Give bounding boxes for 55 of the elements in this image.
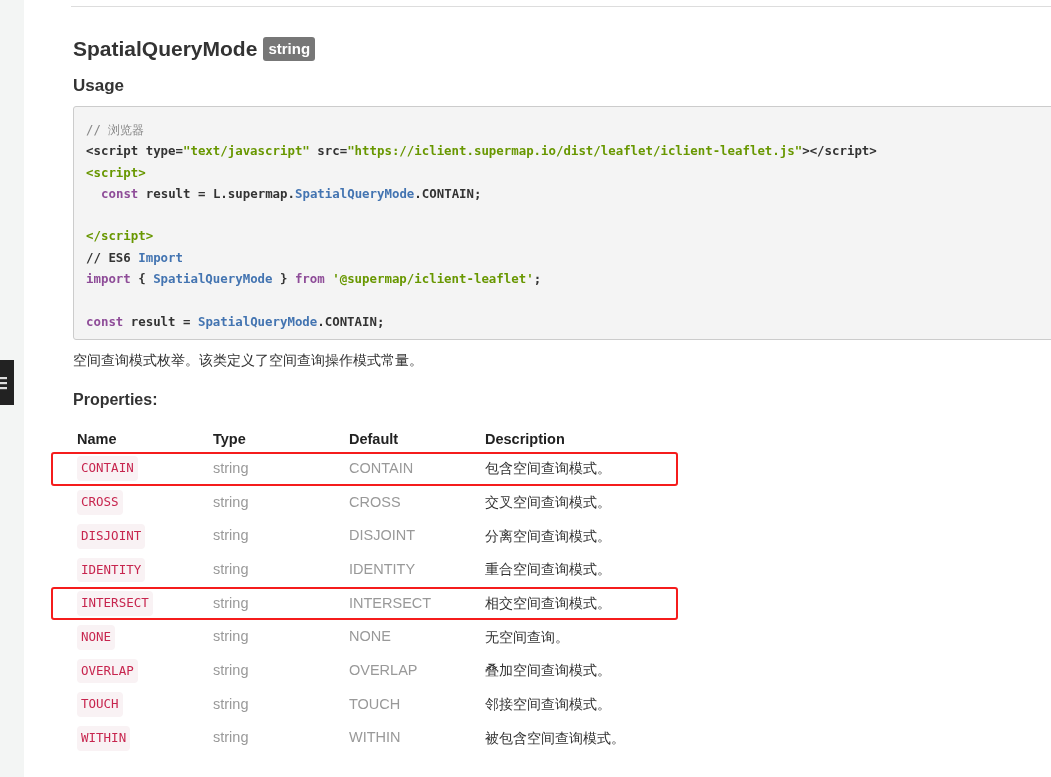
table-cell-text: CROSS	[349, 492, 402, 512]
table-cell-text: 重合空间查询模式。	[485, 560, 612, 580]
table-cell-text: NONE	[349, 627, 392, 647]
description-text: 空间查询模式枚举。该类定义了空间查询操作模式常量。	[73, 350, 424, 370]
table-cell-text: OVERLAP	[349, 661, 419, 681]
table-cell-text: 相交空间查询模式。	[485, 594, 612, 614]
column-header: Name	[77, 430, 118, 450]
table-cell-text: CONTAIN	[349, 458, 415, 478]
code-line: // ES6 Import	[86, 248, 184, 267]
property-name: OVERLAP	[77, 658, 138, 684]
type-badge: string	[263, 36, 316, 61]
table-cell-text: TOUCH	[349, 694, 402, 714]
table-cell-text: WITHIN	[349, 728, 402, 748]
property-name: CROSS	[77, 490, 123, 515]
table-cell-text: 被包含空间查询模式。	[485, 728, 626, 748]
table-cell-text: string	[213, 593, 250, 613]
property-name: CONTAIN	[77, 456, 138, 482]
code-line: // 浏览器	[86, 121, 146, 139]
table-cell-text: string	[213, 560, 250, 579]
table-cell-text: 分离空间查询模式。	[485, 526, 612, 546]
property-name: NONE	[77, 624, 116, 650]
property-name: IDENTITY	[77, 557, 146, 583]
code-line: <script type="text/javascript" src="https://iclient.supermap.io/dist/leaflet/iclient-leaflet.js"></script>	[86, 142, 878, 161]
table-cell-text: IDENTITY	[349, 560, 417, 579]
property-name: TOUCH	[77, 692, 123, 717]
table-cell-text: string	[213, 458, 250, 478]
table-cell-text: string	[213, 526, 250, 546]
code-line: </script>	[86, 227, 155, 246]
table-cell-text: string	[213, 728, 250, 748]
table-cell-text: INTERSECT	[349, 593, 433, 613]
code-line: const result = SpatialQueryMode.CONTAIN;	[86, 312, 386, 331]
table-cell-text: DISJOINT	[349, 526, 417, 546]
menu-tab[interactable]	[0, 360, 14, 405]
table-cell-text: 交叉空间查询模式。	[485, 493, 612, 512]
code-line: import { SpatialQueryMode } from '@supermap/iclient-leaflet';	[86, 270, 543, 289]
page-title: SpatialQueryMode	[73, 36, 258, 62]
code-line: const result = L.supermap.SpatialQueryMode.CONTAIN;	[100, 184, 483, 203]
column-header: Default	[349, 430, 400, 450]
table-cell-text: 叠加空间查询模式。	[485, 661, 612, 681]
section-heading: Usage	[73, 74, 126, 97]
column-header: Type	[213, 430, 247, 450]
table-cell-text: string	[213, 661, 250, 681]
table-cell-text: string	[213, 627, 250, 647]
property-name: INTERSECT	[77, 591, 153, 616]
section-heading: Properties:	[73, 389, 159, 410]
property-name: DISJOINT	[77, 523, 146, 549]
table-cell-text: 包含空间查询模式。	[485, 459, 612, 479]
table-cell-text: 无空间查询。	[485, 627, 570, 647]
table-cell-text: 邻接空间查询模式。	[485, 695, 612, 715]
menu-icon	[0, 375, 7, 390]
column-header: Description	[485, 430, 566, 450]
table-cell-text: string	[213, 694, 250, 714]
property-name: WITHIN	[77, 725, 131, 751]
table-cell-text: string	[213, 492, 250, 512]
code-line: <script>	[86, 163, 147, 182]
